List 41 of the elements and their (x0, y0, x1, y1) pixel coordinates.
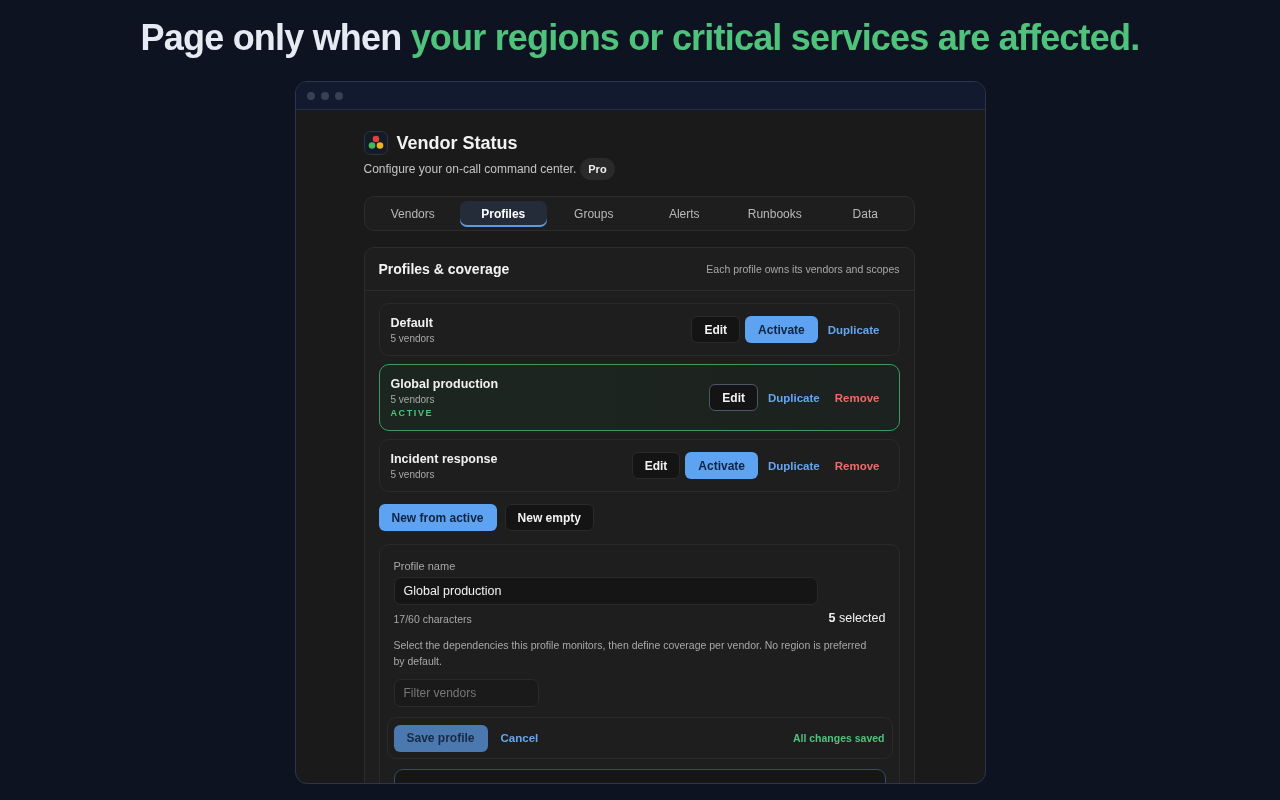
tab[interactable]: Data (822, 201, 909, 227)
remove-link[interactable]: Remove (829, 391, 885, 404)
edit-button[interactable]: Edit (691, 316, 741, 343)
plan-badge: Pro (580, 158, 615, 180)
panel-note: Each profile owns its vendors and scopes (706, 263, 900, 275)
help-text: Select the dependencies this profile monitors, then define coverage per vendor. No region is preferred by default. (393, 638, 868, 669)
tab[interactable]: Alerts (641, 201, 728, 227)
field-label: Profile name (393, 560, 457, 572)
profile-name-input[interactable]: Global production (393, 577, 818, 605)
active-label: ACTIVE (390, 408, 435, 418)
app-subtitle: Configure your on-call command center. (363, 162, 577, 176)
save-status: All changes saved (792, 732, 885, 744)
vendor-count: 5 vendors (390, 394, 436, 405)
profile-name: Global production (390, 377, 499, 391)
tab[interactable]: Groups (550, 201, 637, 227)
new-from-active-button[interactable]: New from active (378, 504, 497, 531)
selected-count: 5 selected (828, 611, 886, 625)
app-title: Vendor Status (396, 132, 518, 154)
cancel-link[interactable]: Cancel (495, 732, 544, 744)
profile-name: Incident response (390, 451, 498, 466)
new-empty-button[interactable]: New empty (504, 504, 594, 531)
tab[interactable]: Vendors (369, 201, 456, 227)
vendor-count: 5 vendors (390, 332, 435, 344)
panel-title: Profiles & coverage (378, 261, 510, 277)
edit-button[interactable]: Edit (709, 384, 758, 411)
profile-name: Default (390, 315, 434, 330)
duplicate-link[interactable]: Duplicate (763, 459, 825, 472)
activate-button[interactable]: Activate (685, 452, 758, 479)
activate-button[interactable]: Activate (745, 316, 818, 343)
tab[interactable]: Profiles (460, 201, 547, 227)
duplicate-link[interactable]: Duplicate (763, 391, 825, 404)
window-dots-icon (306, 91, 343, 100)
headline: Page only when your regions or critical services are affected. (140, 18, 1140, 58)
filter-vendors-input[interactable]: Filter vendors (393, 679, 539, 707)
tab[interactable]: Runbooks (731, 201, 818, 227)
character-count: 17/60 characters (393, 613, 472, 625)
logo-icon (363, 131, 388, 155)
duplicate-link[interactable]: Duplicate (822, 323, 885, 336)
remove-link[interactable]: Remove (829, 459, 885, 472)
vendor-count: 5 vendors (390, 468, 436, 480)
edit-button[interactable]: Edit (631, 452, 681, 479)
